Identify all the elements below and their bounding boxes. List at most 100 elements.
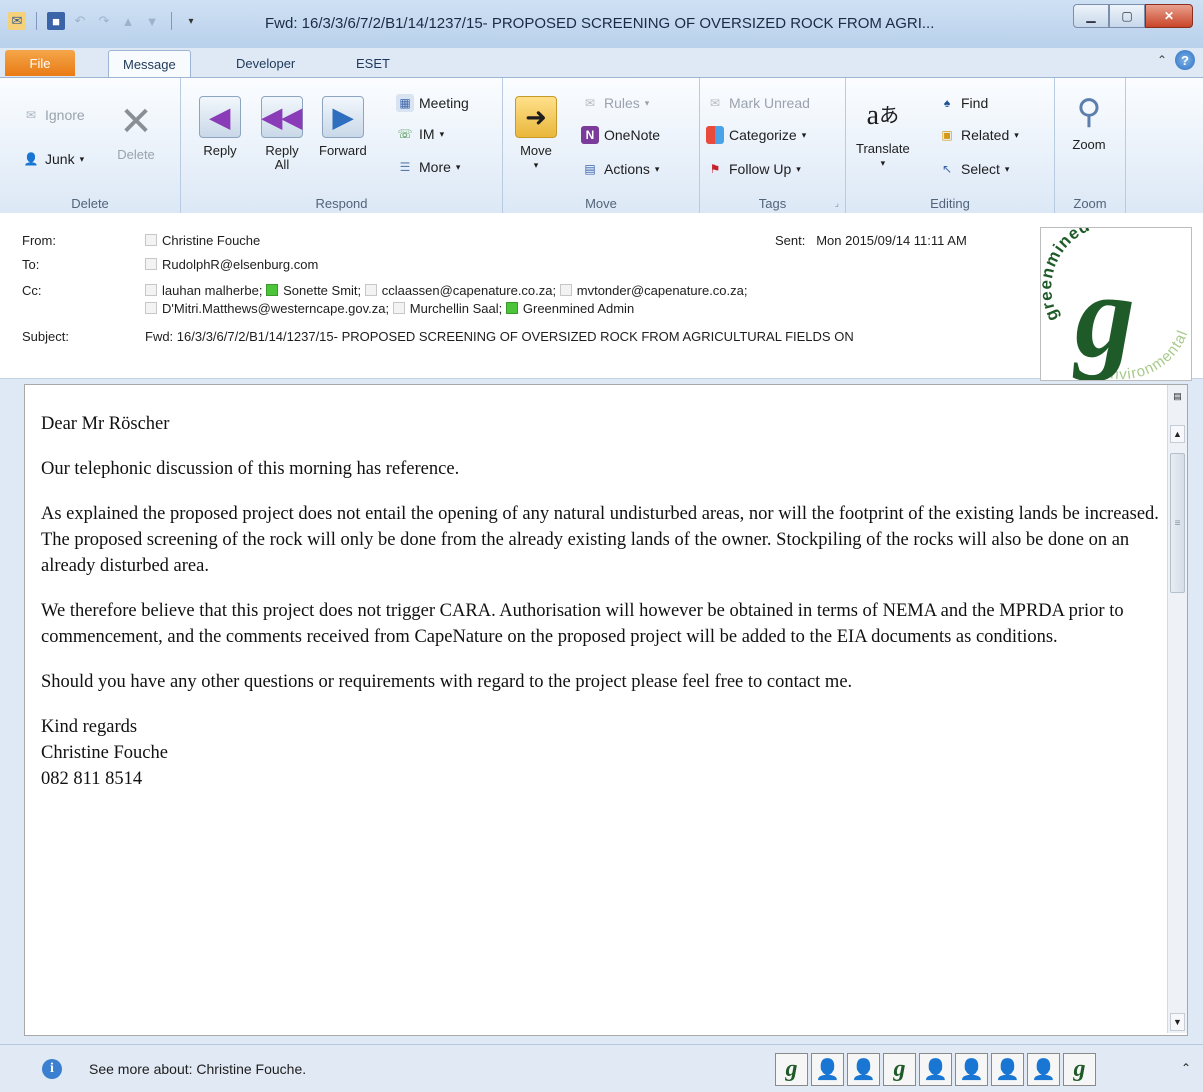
expand-people-pane-icon[interactable]: ⌃ xyxy=(1181,1061,1191,1075)
see-more-link[interactable]: See more about: Christine Fouche. xyxy=(89,1061,306,1077)
mark-unread-button[interactable]: ✉ Mark Unread xyxy=(706,94,810,112)
cc-recipient[interactable]: Greenmined Admin xyxy=(505,301,634,316)
minimize-button[interactable]: ▁ xyxy=(1073,4,1109,28)
message-body[interactable]: Dear Mr Röscher Our telephonic discussio… xyxy=(24,384,1188,1036)
presence-icon xyxy=(145,284,157,296)
categorize-button[interactable]: Categorize ▾ xyxy=(706,126,806,144)
ignore-button[interactable]: ✉ Ignore xyxy=(22,106,85,124)
translate-button[interactable]: aあ Translate ▾ xyxy=(856,96,910,170)
delete-button[interactable]: ✕ Delete xyxy=(116,102,156,162)
customize-toolbar-icon[interactable]: ▾ xyxy=(182,12,200,30)
contact-picture[interactable]: 👤 xyxy=(847,1053,880,1086)
down-arrow-icon[interactable]: ▼ xyxy=(143,12,161,30)
im-label: IM xyxy=(419,126,435,142)
forward-button[interactable]: ▶ Forward xyxy=(319,96,367,158)
ribbon: ✉ Ignore 👤 Junk ▾ ✕ Delete Delete ◀ Repl… xyxy=(0,77,1203,214)
undo-icon[interactable]: ↶ xyxy=(71,12,89,30)
group-editing: aあ Translate ▾ ♠ Find ▣ Related ▾ ↖ Sele… xyxy=(846,78,1055,213)
actions-button[interactable]: ▤ Actions ▾ xyxy=(581,160,659,178)
follow-up-button[interactable]: ⚑ Follow Up ▾ xyxy=(706,160,801,178)
tab-file[interactable]: File xyxy=(5,50,75,76)
meeting-label: Meeting xyxy=(419,95,469,111)
presence-icon xyxy=(145,234,157,246)
cc-line-2: D'Mitri.Matthews@westerncape.gov.za; Mur… xyxy=(145,301,634,316)
collapse-ribbon-icon[interactable]: ⌃ xyxy=(1157,53,1167,67)
help-icon[interactable]: ? xyxy=(1175,50,1195,70)
group-delete: ✉ Ignore 👤 Junk ▾ ✕ Delete Delete xyxy=(0,78,181,213)
translate-label: Translate xyxy=(856,141,910,156)
to-address: RudolphR@elsenburg.com xyxy=(162,257,319,272)
move-label: Move xyxy=(520,143,552,158)
cc-recipient[interactable]: D'Mitri.Matthews@westerncape.gov.za; xyxy=(145,301,389,316)
contact-picture[interactable]: 👤 xyxy=(811,1053,844,1086)
chevron-down-icon: ▾ xyxy=(533,160,539,170)
presence-icon xyxy=(364,284,377,296)
reply-all-button[interactable]: ◀◀ Reply All xyxy=(261,96,303,172)
reply-button[interactable]: ◀ Reply xyxy=(199,96,241,158)
calendar-icon: ▦ xyxy=(396,94,414,112)
dialog-launcher-icon[interactable]: ⌟ xyxy=(835,198,839,209)
reply-icon: ◀ xyxy=(199,96,241,138)
cc-recipient[interactable]: mvtonder@capenature.co.za; xyxy=(559,283,747,298)
scroll-thumb[interactable]: ≡ xyxy=(1170,453,1185,593)
move-button[interactable]: ➜ Move ▾ xyxy=(515,96,557,172)
to-value[interactable]: RudolphR@elsenburg.com xyxy=(145,257,318,272)
people-pane: i See more about: Christine Fouche. g 👤 … xyxy=(0,1044,1203,1092)
cc-recipient[interactable]: cclaassen@capenature.co.za; xyxy=(364,283,556,298)
contact-picture[interactable]: 👤 xyxy=(919,1053,952,1086)
ribbon-tabs: File Message Developer ESET xyxy=(0,48,1203,78)
tab-message[interactable]: Message xyxy=(108,50,191,77)
cc-recipient[interactable]: Sonette Smit; xyxy=(266,283,361,298)
from-value[interactable]: Christine Fouche xyxy=(145,233,260,248)
chevron-down-icon: ▾ xyxy=(880,158,886,168)
im-button[interactable]: ☏ IM ▾ xyxy=(396,125,444,143)
maximize-button[interactable]: ▢ xyxy=(1109,4,1145,28)
mark-unread-icon: ✉ xyxy=(709,96,721,110)
contact-picture[interactable]: 👤 xyxy=(991,1053,1024,1086)
up-arrow-icon[interactable]: ▲ xyxy=(119,12,137,30)
contact-picture[interactable]: 👤 xyxy=(955,1053,988,1086)
more-button[interactable]: ☰ More ▾ xyxy=(396,158,461,176)
find-button[interactable]: ♠ Find xyxy=(938,94,988,112)
meeting-button[interactable]: ▦ Meeting xyxy=(396,94,469,112)
zoom-button[interactable]: ⚲ Zoom xyxy=(1069,92,1109,152)
cc-label: Cc: xyxy=(22,283,42,298)
scroll-down-button[interactable]: ▼ xyxy=(1170,1013,1185,1031)
presence-icon xyxy=(559,284,572,296)
rules-label: Rules xyxy=(604,95,640,111)
group-respond: ◀ Reply ◀◀ Reply All ▶ Forward ▦ Meeting… xyxy=(181,78,503,213)
select-button[interactable]: ↖ Select ▾ xyxy=(938,160,1009,178)
chevron-down-icon: ▾ xyxy=(796,163,801,174)
contact-picture[interactable]: 👤 xyxy=(1027,1053,1060,1086)
cc-recipient[interactable]: lauhan malherbe; xyxy=(145,283,262,298)
contact-picture[interactable]: g xyxy=(775,1053,808,1086)
follow-up-label: Follow Up xyxy=(729,161,792,177)
group-label-tags: Tags xyxy=(758,196,787,211)
related-icon: ▣ xyxy=(941,128,953,142)
related-button[interactable]: ▣ Related ▾ xyxy=(938,126,1018,144)
greeting: Dear Mr Röscher xyxy=(41,414,170,434)
select-label: Select xyxy=(961,161,1000,177)
ruler-toggle-icon[interactable]: ▤ xyxy=(1170,387,1185,405)
vertical-scrollbar[interactable]: ▤ ▲ ≡ ▼ xyxy=(1167,385,1187,1033)
cc-recipient[interactable]: Murchellin Saal; xyxy=(392,301,502,316)
junk-icon: 👤 xyxy=(23,152,39,166)
rules-button[interactable]: ✉ Rules ▾ xyxy=(581,94,649,112)
onenote-label: OneNote xyxy=(604,127,661,143)
junk-button[interactable]: 👤 Junk ▾ xyxy=(22,150,85,168)
redo-icon[interactable]: ↷ xyxy=(95,12,113,30)
contact-picture[interactable]: g xyxy=(1063,1053,1096,1086)
onenote-button[interactable]: N OneNote xyxy=(581,126,660,144)
onenote-icon: N xyxy=(581,126,599,144)
close-button[interactable]: ✕ xyxy=(1145,4,1193,28)
tab-developer[interactable]: Developer xyxy=(222,50,309,76)
reply-label: Reply xyxy=(203,143,237,158)
tab-eset[interactable]: ESET xyxy=(342,50,404,76)
save-icon[interactable]: ■ xyxy=(47,12,65,30)
mail-icon: ✉ xyxy=(8,12,26,30)
scroll-up-button[interactable]: ▲ xyxy=(1170,425,1185,443)
contact-picture[interactable]: g xyxy=(883,1053,916,1086)
ignore-label: Ignore xyxy=(45,107,85,123)
presence-icon xyxy=(145,258,157,270)
ignore-icon: ✉ xyxy=(25,108,37,122)
